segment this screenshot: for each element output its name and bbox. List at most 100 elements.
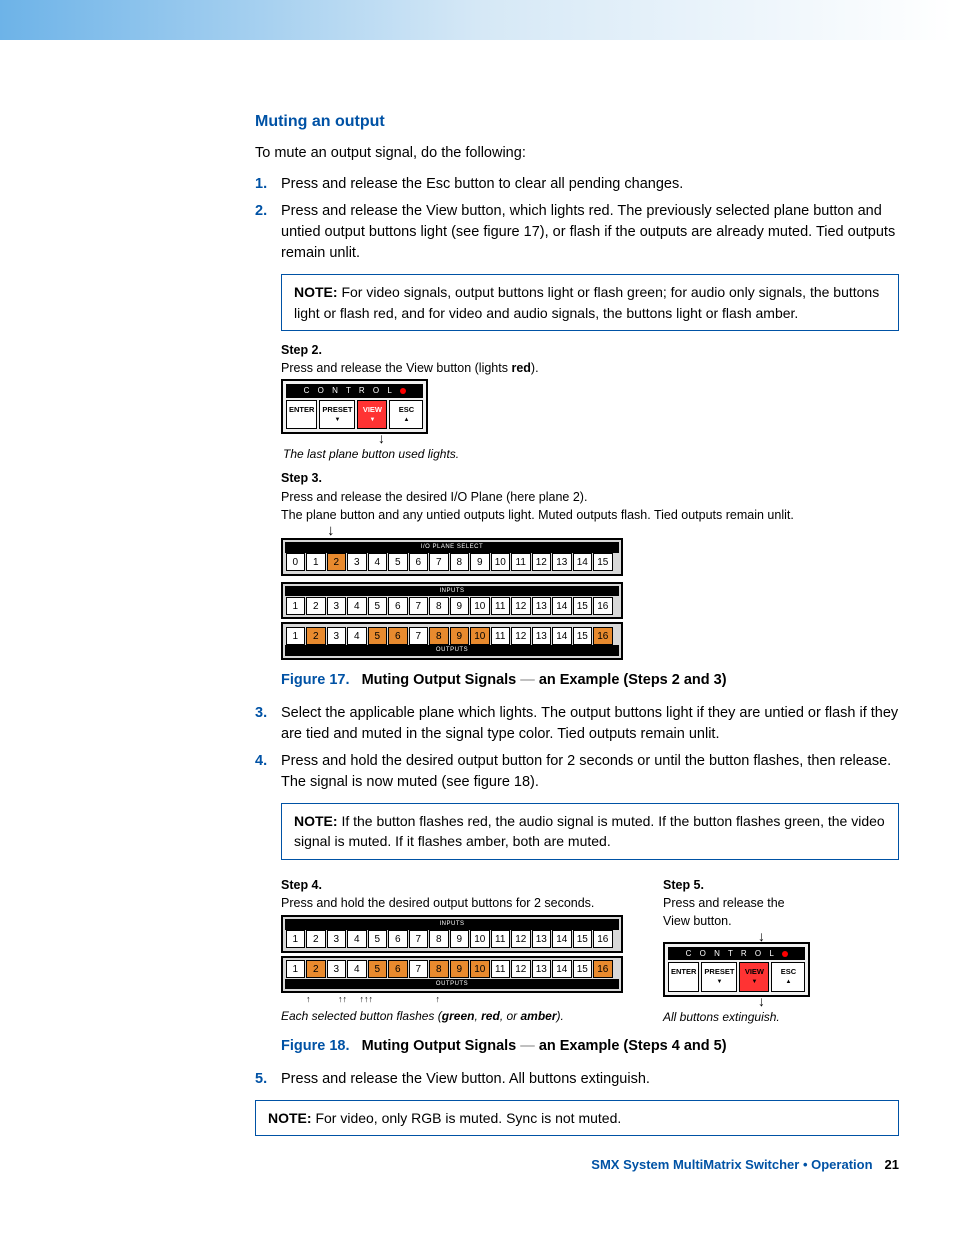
step5-line1: Press and release the xyxy=(663,894,810,912)
fig17-rows: ↓ I/O PLANE SELECT 012345678910111213141… xyxy=(281,526,899,660)
panel-button-1: 1 xyxy=(286,960,306,978)
panel-button-8: 8 xyxy=(429,930,449,948)
outputs-row: 12345678910111213141516 xyxy=(285,626,619,645)
panel-button-10: 10 xyxy=(470,627,490,645)
step-text: Press and hold the desired output button… xyxy=(281,751,899,793)
step4-caption: Each selected button flashes (green, red… xyxy=(281,1008,623,1025)
top-gradient-bar xyxy=(0,0,954,40)
step2-text-a: Press and release the View button (light… xyxy=(281,361,511,375)
step-text: Press and release the View button, which… xyxy=(281,201,899,264)
esc-button: ESC xyxy=(389,400,423,430)
panel-button-13: 13 xyxy=(532,597,552,615)
panel-button-10: 10 xyxy=(470,960,490,978)
panel-button-15: 15 xyxy=(573,597,593,615)
panel-button-6: 6 xyxy=(388,930,408,948)
page-content: Muting an output To mute an output signa… xyxy=(0,40,954,1136)
panel-button-4: 4 xyxy=(347,597,367,615)
note-text: For video signals, output buttons light … xyxy=(294,284,879,320)
panel-button-13: 13 xyxy=(532,930,552,948)
io-plane-row: 0123456789101112131415 xyxy=(285,553,619,572)
note-label: NOTE: xyxy=(268,1110,312,1126)
step3-label: Step 3. xyxy=(281,471,322,485)
step2-bold: red xyxy=(511,361,530,375)
outputs-header: OUTPUTS xyxy=(285,645,619,656)
panel-button-11: 11 xyxy=(511,553,531,571)
step5-caption: All buttons extinguish. xyxy=(663,1009,810,1026)
step2-text-b: ). xyxy=(531,361,539,375)
panel-button-14: 14 xyxy=(573,553,593,571)
panel-button-16: 16 xyxy=(593,597,613,615)
panel-button-2: 2 xyxy=(327,553,347,571)
step3-line2: The plane button and any untied outputs … xyxy=(281,506,899,524)
panel-button-6: 6 xyxy=(388,627,408,645)
panel-button-8: 8 xyxy=(450,553,470,571)
step-text: Press and release the Esc button to clea… xyxy=(281,174,899,195)
preset-button: PRESET xyxy=(701,962,737,992)
panel-button-7: 7 xyxy=(409,930,429,948)
panel-button-2: 2 xyxy=(306,597,326,615)
note-label: NOTE: xyxy=(294,284,338,300)
panel-button-1: 1 xyxy=(306,553,326,571)
inputs-header: INPUTS xyxy=(285,919,619,930)
panel-button-15: 15 xyxy=(593,553,613,571)
arrow-down-icon: ↓ xyxy=(758,932,810,942)
panel-button-8: 8 xyxy=(429,627,449,645)
outputs-row-2: 12345678910111213141516 xyxy=(285,960,619,979)
step-num: 3. xyxy=(255,703,281,724)
note-text: If the button flashes red, the audio sig… xyxy=(294,813,885,849)
panel-button-5: 5 xyxy=(368,627,388,645)
panel-button-11: 11 xyxy=(491,930,511,948)
panel-button-9: 9 xyxy=(450,960,470,978)
panel-button-7: 7 xyxy=(429,553,449,571)
panel-button-8: 8 xyxy=(429,960,449,978)
panel-button-11: 11 xyxy=(491,597,511,615)
panel-button-6: 6 xyxy=(388,960,408,978)
panel-button-4: 4 xyxy=(347,960,367,978)
step2-label: Step 2. xyxy=(281,343,322,357)
arrow-down-icon: ↓ xyxy=(327,526,899,535)
panel-button-12: 12 xyxy=(511,930,531,948)
panel-button-4: 4 xyxy=(347,930,367,948)
panel-button-4: 4 xyxy=(347,627,367,645)
panel-button-7: 7 xyxy=(409,960,429,978)
arrows-up-icon: ↑ ↑↑ ↑↑↑ ↑ xyxy=(306,993,623,1006)
panel-button-13: 13 xyxy=(552,553,572,571)
step-num: 1. xyxy=(255,174,281,195)
esc-button: ESC xyxy=(771,962,805,992)
step2-caption: The last plane button used lights. xyxy=(283,446,899,463)
panel-button-16: 16 xyxy=(593,627,613,645)
panel-button-13: 13 xyxy=(532,627,552,645)
panel-button-16: 16 xyxy=(593,960,613,978)
step-3-main: 3. Select the applicable plane which lig… xyxy=(255,703,899,745)
panel-button-13: 13 xyxy=(532,960,552,978)
panel-button-10: 10 xyxy=(470,597,490,615)
panel-button-15: 15 xyxy=(573,930,593,948)
panel-button-2: 2 xyxy=(306,960,326,978)
note-box-3: NOTE: For video, only RGB is muted. Sync… xyxy=(255,1100,899,1136)
panel-button-14: 14 xyxy=(552,627,572,645)
section-heading: Muting an output xyxy=(255,110,899,133)
panel-button-3: 3 xyxy=(347,553,367,571)
panel-button-12: 12 xyxy=(532,553,552,571)
panel-button-15: 15 xyxy=(573,960,593,978)
panel-button-15: 15 xyxy=(573,627,593,645)
outputs-header: OUTPUTS xyxy=(285,979,619,990)
io-header: I/O PLANE SELECT xyxy=(285,542,619,553)
fig18-block: Step 4. Press and hold the desired outpu… xyxy=(281,870,899,1027)
panel-button-16: 16 xyxy=(593,930,613,948)
panel-button-9: 9 xyxy=(450,627,470,645)
panel-button-9: 9 xyxy=(450,597,470,615)
step-num: 4. xyxy=(255,751,281,772)
panel-button-9: 9 xyxy=(470,553,490,571)
note-box-1: NOTE: For video signals, output buttons … xyxy=(281,274,899,331)
panel-button-1: 1 xyxy=(286,930,306,948)
panel-button-8: 8 xyxy=(429,597,449,615)
preset-button: PRESET xyxy=(319,400,355,430)
panel-button-12: 12 xyxy=(511,597,531,615)
enter-button: ENTER xyxy=(668,962,699,992)
panel-button-1: 1 xyxy=(286,627,306,645)
note-text: For video, only RGB is muted. Sync is no… xyxy=(315,1110,621,1126)
enter-button: ENTER xyxy=(286,400,317,430)
panel-button-14: 14 xyxy=(552,597,572,615)
page-footer: SMX System MultiMatrix Switcher • Operat… xyxy=(591,1156,899,1175)
